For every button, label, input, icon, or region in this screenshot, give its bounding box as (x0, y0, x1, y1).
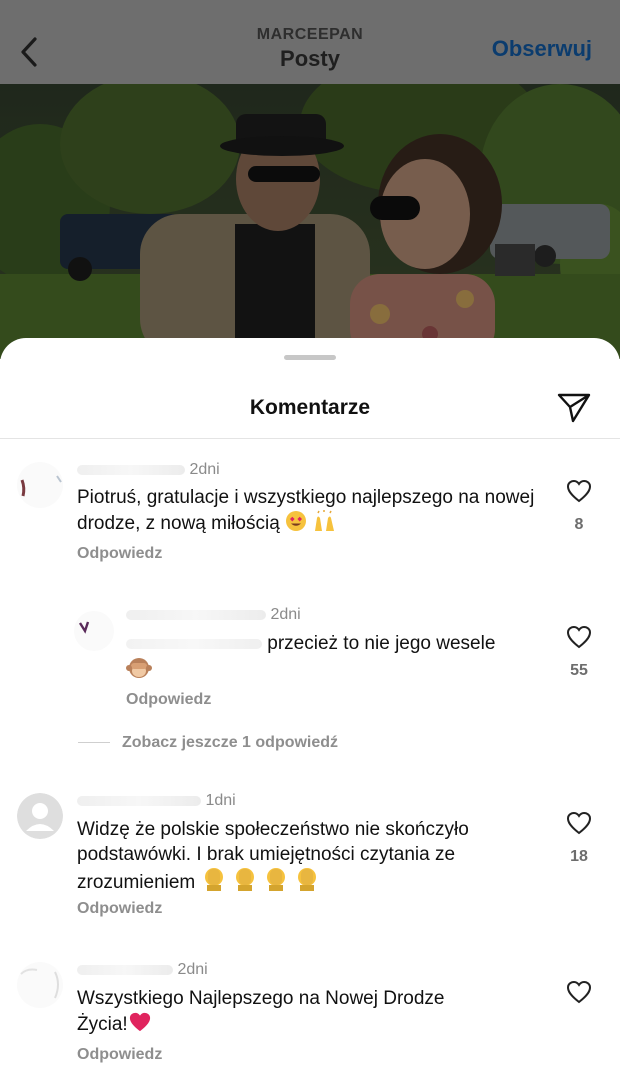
reply-button[interactable]: Odpowiedz (126, 691, 211, 709)
like-button[interactable] (563, 980, 595, 1009)
avatar[interactable] (17, 962, 63, 1008)
comment-text: Wszystkiego Najlepszego na Nowej Drodze … (77, 988, 445, 1035)
heart-outline-icon (566, 625, 592, 649)
like-button[interactable] (563, 479, 595, 508)
like-button[interactable] (563, 811, 595, 840)
comment-time: 2dni (177, 961, 208, 978)
reply-button[interactable]: Odpowiedz (77, 900, 162, 918)
sheet-drag-handle[interactable] (284, 355, 336, 360)
comment-meta: 2dni (126, 606, 301, 624)
facepalm-emoji (267, 868, 286, 891)
see-no-evil-monkey-emoji (126, 658, 152, 678)
comment-time: 2dni (189, 461, 220, 478)
redacted-mention (126, 638, 262, 649)
comment-text: Widzę że polskie społeczeństwo nie skońc… (77, 819, 469, 893)
heart-eyes-emoji (286, 511, 307, 531)
view-more-replies-button[interactable]: Zobacz jeszcze 1 odpowiedź (78, 734, 338, 752)
facepalm-emoji (235, 868, 254, 891)
avatar[interactable] (74, 611, 114, 651)
follow-button[interactable]: Obserwuj (492, 36, 592, 62)
reply-button[interactable]: Odpowiedz (77, 1046, 162, 1064)
like-count: 55 (570, 662, 588, 679)
send-icon (557, 393, 591, 423)
heart-outline-icon (566, 479, 592, 503)
heart-outline-icon (566, 811, 592, 835)
post-photo (0, 84, 620, 359)
facepalm-emoji (204, 868, 223, 891)
top-header: MARCEEPAN Posty Obserwuj (0, 0, 620, 84)
comment-text: przecież to nie jego wesele (126, 631, 546, 684)
divider (0, 438, 620, 439)
like-count: 18 (570, 848, 588, 865)
comment-time: 2dni (270, 606, 301, 623)
comment-meta: 2dni (77, 961, 208, 979)
redacted-username (77, 964, 173, 975)
comment-meta: 2dni (77, 461, 220, 479)
redacted-username (77, 464, 185, 475)
sheet-title: Komentarze (249, 396, 371, 419)
redacted-username (77, 795, 201, 806)
comment-time: 1dni (205, 792, 236, 809)
comment-meta: 1dni (77, 792, 236, 810)
reply-button[interactable]: Odpowiedz (77, 545, 162, 563)
redacted-username (126, 609, 266, 620)
like-button[interactable] (563, 625, 595, 654)
share-button[interactable] (556, 390, 592, 426)
like-count: 8 (574, 516, 584, 533)
comment-text: Piotruś, gratulacje i wszystkiego najlep… (77, 487, 535, 534)
facepalm-emoji (298, 868, 317, 891)
heart-outline-icon (566, 980, 592, 1004)
raised-hands-emoji (315, 510, 335, 531)
avatar[interactable] (17, 462, 63, 508)
red-heart-emoji (129, 1012, 150, 1032)
avatar[interactable] (17, 793, 63, 839)
divider (78, 742, 110, 744)
